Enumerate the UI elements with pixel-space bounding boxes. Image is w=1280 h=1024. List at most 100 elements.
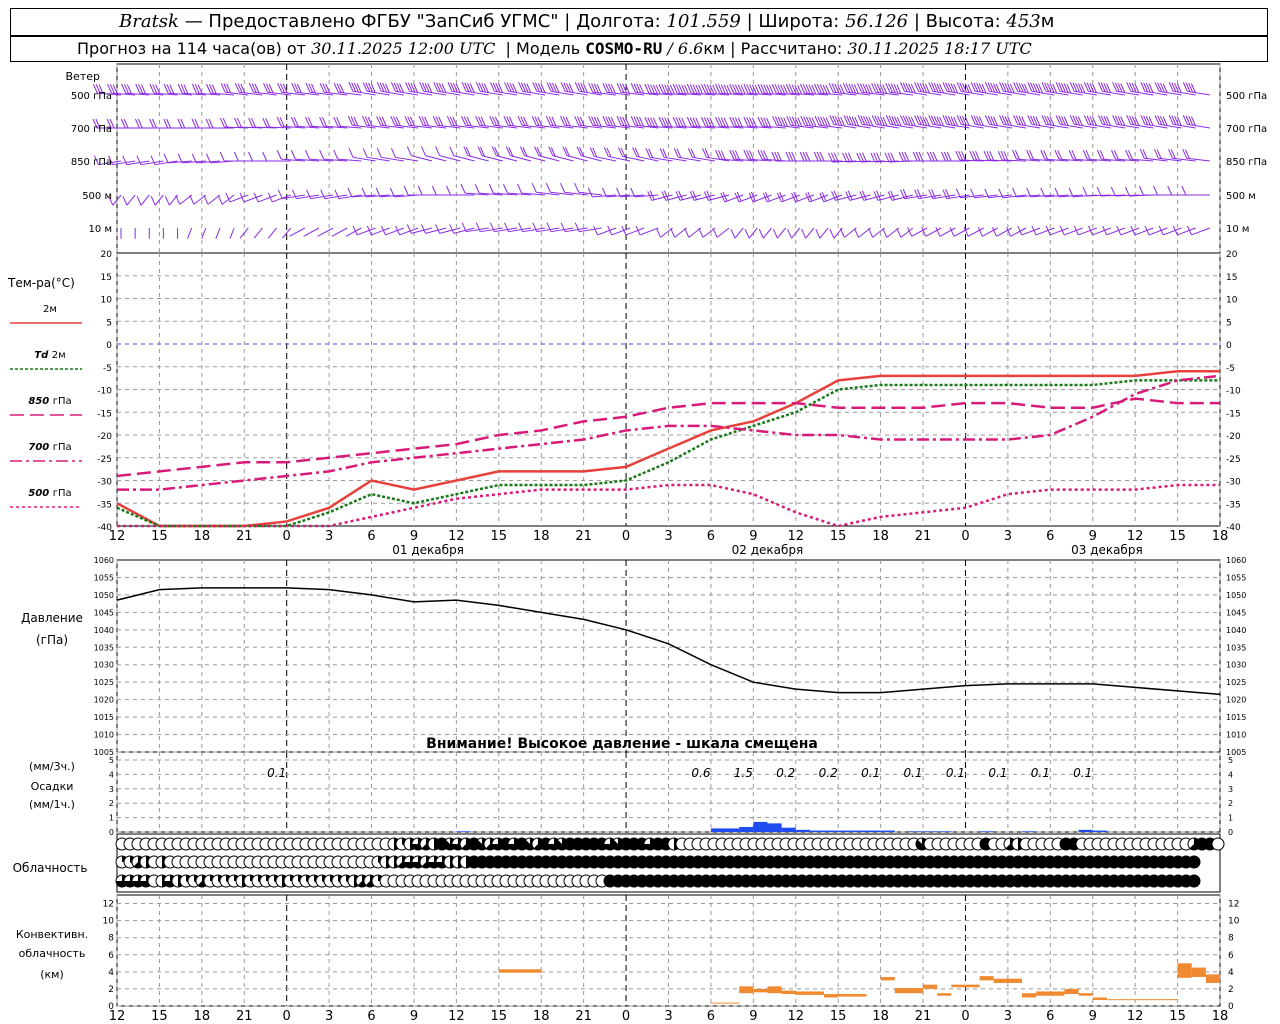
wind-barb-feather bbox=[203, 195, 209, 205]
cloud-fill-full bbox=[1188, 875, 1200, 887]
pressure-tick-right: 1035 bbox=[1226, 643, 1246, 652]
wind-barb-shaft bbox=[791, 227, 801, 239]
wind-barb-feather bbox=[839, 228, 845, 238]
temp-tick-left: -25 bbox=[97, 455, 112, 465]
conv-tick-right: 12 bbox=[1228, 900, 1239, 910]
wind-level-label-right: 500 м bbox=[1226, 191, 1256, 202]
conv-tick-right: 8 bbox=[1228, 934, 1234, 944]
precip-tick-left: 5 bbox=[109, 756, 114, 765]
wind-barb-feather bbox=[276, 149, 282, 160]
conv-tick-right: 4 bbox=[1228, 968, 1234, 978]
hour-label-bottom: 18 bbox=[1212, 1009, 1229, 1024]
wind-barb-feather bbox=[772, 228, 778, 239]
hour-label-bottom: 3 bbox=[325, 1009, 333, 1024]
hour-label-top: 0 bbox=[961, 529, 969, 544]
temp-legend-label: 850 гПа bbox=[28, 396, 71, 407]
pressure-tick-left: 1025 bbox=[94, 678, 114, 687]
convective-bar bbox=[753, 988, 768, 993]
wind-barb-feather bbox=[579, 147, 584, 157]
precip-bar bbox=[908, 831, 924, 832]
high-pressure-warning: Внимание! Высокое давление - шкала смеще… bbox=[426, 736, 818, 752]
wind-barb-feather bbox=[517, 183, 523, 194]
temp-tick-left: 5 bbox=[106, 318, 112, 328]
wind-barb-feather bbox=[656, 228, 661, 238]
wind-barb-shaft bbox=[289, 227, 306, 237]
precip-3h-total: 0.1 bbox=[946, 766, 965, 780]
wind-barb-feather bbox=[531, 183, 537, 193]
wind-barb-shaft bbox=[1010, 227, 1027, 237]
convective-bar bbox=[824, 994, 839, 998]
precip-bar bbox=[866, 830, 881, 832]
pressure-tick-left: 1060 bbox=[94, 556, 114, 565]
convective-bar bbox=[710, 1002, 740, 1004]
pressure-tick-right: 1030 bbox=[1226, 661, 1246, 670]
hour-label-top: 18 bbox=[194, 529, 211, 544]
hour-label-bottom: 6 bbox=[707, 1009, 715, 1024]
wind-barb-feather bbox=[505, 146, 511, 156]
pressure-panel-unit: (гПа) bbox=[36, 633, 68, 647]
hour-label-top: 3 bbox=[325, 529, 333, 544]
temp-tick-right: 10 bbox=[1226, 296, 1238, 306]
precip-bar bbox=[739, 826, 754, 832]
wind-barb-feather bbox=[1012, 187, 1017, 198]
pressure-tick-right: 1060 bbox=[1226, 556, 1246, 565]
cloud-symbol bbox=[1211, 837, 1225, 851]
wind-barb-feather bbox=[1138, 185, 1144, 196]
wind-barb-feather bbox=[465, 147, 471, 157]
convective-bar bbox=[1191, 967, 1206, 977]
precip-3h-total: 0.1 bbox=[903, 766, 922, 780]
wind-barb-shaft bbox=[140, 194, 150, 206]
pressure-tick-left: 1015 bbox=[94, 713, 114, 722]
wind-barb-feather bbox=[406, 146, 412, 156]
wind-barb-feather bbox=[376, 148, 382, 158]
wind-barb-feather bbox=[305, 149, 310, 160]
precip-3h-total: 0.2 bbox=[776, 766, 795, 780]
wind-barb-feather bbox=[435, 146, 441, 156]
wind-barb-shaft bbox=[762, 227, 772, 239]
wind-barb-feather bbox=[502, 183, 508, 194]
hour-label-bottom: 12 bbox=[1127, 1009, 1144, 1024]
conv-tick-left: 6 bbox=[108, 951, 114, 961]
wind-barb-feather bbox=[463, 146, 469, 156]
wind-barb-feather bbox=[508, 147, 514, 157]
conv-title-2: облачность bbox=[19, 947, 86, 960]
wind-barb-feather bbox=[333, 149, 339, 160]
conv-tick-left: 4 bbox=[108, 968, 114, 978]
temp-legend-label: 500 гПа bbox=[28, 488, 71, 499]
wind-barb-feather bbox=[744, 228, 750, 239]
convective-bar bbox=[937, 993, 952, 996]
wind-barb-feather bbox=[480, 147, 485, 157]
precip-tick-right: 1 bbox=[1228, 814, 1233, 823]
wind-barb-feather bbox=[587, 187, 593, 198]
pressure-tick-right: 1050 bbox=[1226, 591, 1246, 600]
wind-barb-feather bbox=[163, 153, 169, 164]
wind-barb-shaft bbox=[734, 227, 744, 239]
pressure-tick-left: 1035 bbox=[94, 643, 114, 652]
precip-bar bbox=[923, 831, 938, 832]
precip-tick-left: 2 bbox=[109, 799, 114, 808]
hour-label-top: 6 bbox=[707, 529, 715, 544]
wind-barb-feather bbox=[421, 146, 426, 156]
wind-barb-feather bbox=[1167, 185, 1173, 196]
precip-tick-right: 4 bbox=[1228, 770, 1233, 779]
temp-tick-left: -30 bbox=[97, 478, 112, 488]
wind-barb-feather bbox=[560, 183, 565, 193]
hour-label-bottom: 15 bbox=[151, 1009, 168, 1024]
hour-label-top: 3 bbox=[664, 529, 672, 544]
hour-label-bottom: 12 bbox=[448, 1009, 465, 1024]
precip-bar bbox=[809, 830, 825, 832]
convective-bar bbox=[951, 984, 980, 988]
wind-barb-feather bbox=[417, 185, 423, 196]
convective-bar bbox=[1205, 974, 1220, 983]
hour-label-bottom: 9 bbox=[1089, 1009, 1097, 1024]
hour-label-bottom: 6 bbox=[1046, 1009, 1054, 1024]
wind-barb-feather bbox=[576, 146, 582, 156]
precip-bar bbox=[1092, 830, 1107, 832]
wind-barb-feather bbox=[564, 147, 570, 157]
temp-tick-right: -10 bbox=[1226, 387, 1241, 397]
temp-tick-left: -10 bbox=[97, 387, 112, 397]
wind-barb-feather bbox=[390, 148, 396, 158]
precip-bar bbox=[937, 831, 952, 832]
convective-bar bbox=[894, 988, 924, 994]
wind-barb-feather bbox=[474, 183, 480, 194]
